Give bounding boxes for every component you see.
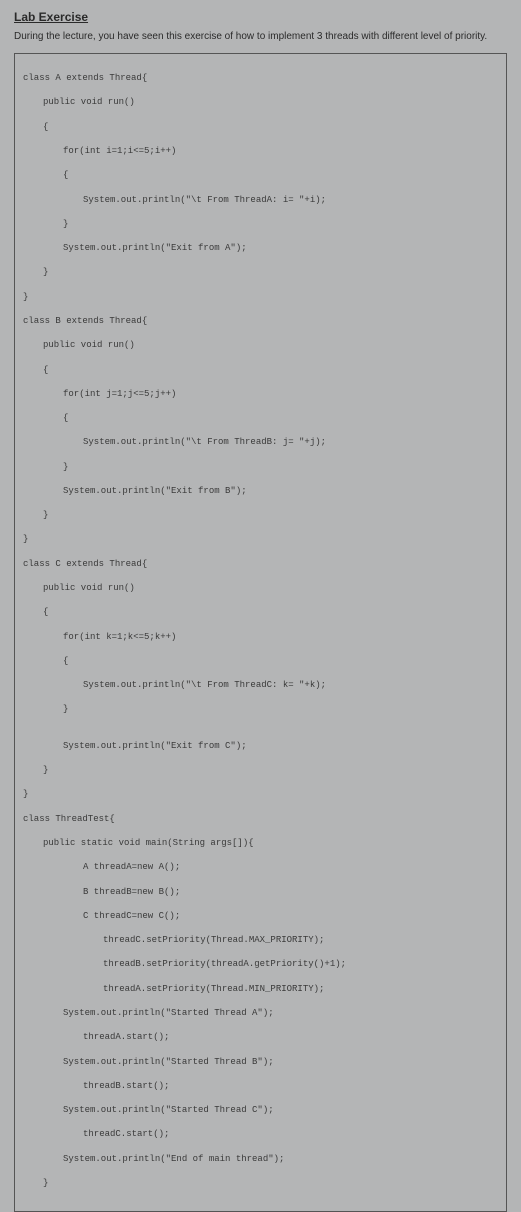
code-line: public static void main(String args[]){ bbox=[23, 837, 498, 849]
code-line: threadA.start(); bbox=[23, 1031, 498, 1043]
code-line: System.out.println("Exit from C"); bbox=[23, 740, 498, 752]
code-line: { bbox=[23, 606, 498, 618]
code-box: class A extends Thread{ public void run(… bbox=[14, 53, 507, 1212]
code-line: } bbox=[23, 266, 498, 278]
code-line: { bbox=[23, 121, 498, 133]
code-line: B threadB=new B(); bbox=[23, 886, 498, 898]
code-line: System.out.println("Started Thread B"); bbox=[23, 1056, 498, 1068]
code-line: } bbox=[23, 703, 498, 715]
code-line: System.out.println("\t From ThreadA: i= … bbox=[23, 194, 498, 206]
code-line: { bbox=[23, 412, 498, 424]
code-line: } bbox=[23, 461, 498, 473]
code-line: System.out.println("Started Thread C"); bbox=[23, 1104, 498, 1116]
code-line: class A extends Thread{ bbox=[23, 72, 498, 84]
code-line: class C extends Thread{ bbox=[23, 558, 498, 570]
code-line: for(int j=1;j<=5;j++) bbox=[23, 388, 498, 400]
code-line: System.out.println("End of main thread")… bbox=[23, 1153, 498, 1165]
code-line: public void run() bbox=[23, 339, 498, 351]
code-line: for(int k=1;k<=5;k++) bbox=[23, 631, 498, 643]
code-line: { bbox=[23, 364, 498, 376]
code-line: System.out.println("Exit from B"); bbox=[23, 485, 498, 497]
code-line: for(int i=1;i<=5;i++) bbox=[23, 145, 498, 157]
code-line: System.out.println("\t From ThreadB: j= … bbox=[23, 436, 498, 448]
code-line: System.out.println("Started Thread A"); bbox=[23, 1007, 498, 1019]
code-line: } bbox=[23, 291, 498, 303]
code-line: threadB.start(); bbox=[23, 1080, 498, 1092]
code-line: public void run() bbox=[23, 582, 498, 594]
code-line: threadB.setPriority(threadA.getPriority(… bbox=[23, 958, 498, 970]
code-line: threadC.setPriority(Thread.MAX_PRIORITY)… bbox=[23, 934, 498, 946]
code-line: threadC.start(); bbox=[23, 1128, 498, 1140]
code-line: public void run() bbox=[23, 96, 498, 108]
code-line: A threadA=new A(); bbox=[23, 861, 498, 873]
code-line: } bbox=[23, 1177, 498, 1189]
code-line: System.out.println("Exit from A"); bbox=[23, 242, 498, 254]
code-line: class B extends Thread{ bbox=[23, 315, 498, 327]
code-line: threadA.setPriority(Thread.MIN_PRIORITY)… bbox=[23, 983, 498, 995]
intro-text: During the lecture, you have seen this e… bbox=[14, 30, 507, 43]
code-line: System.out.println("\t From ThreadC: k= … bbox=[23, 679, 498, 691]
code-line: C threadC=new C(); bbox=[23, 910, 498, 922]
code-line: } bbox=[23, 533, 498, 545]
code-line: class ThreadTest{ bbox=[23, 813, 498, 825]
code-line: } bbox=[23, 788, 498, 800]
lab-heading: Lab Exercise bbox=[14, 10, 507, 24]
code-line: } bbox=[23, 509, 498, 521]
code-line: } bbox=[23, 218, 498, 230]
code-line: { bbox=[23, 655, 498, 667]
code-line: } bbox=[23, 764, 498, 776]
code-line: { bbox=[23, 169, 498, 181]
